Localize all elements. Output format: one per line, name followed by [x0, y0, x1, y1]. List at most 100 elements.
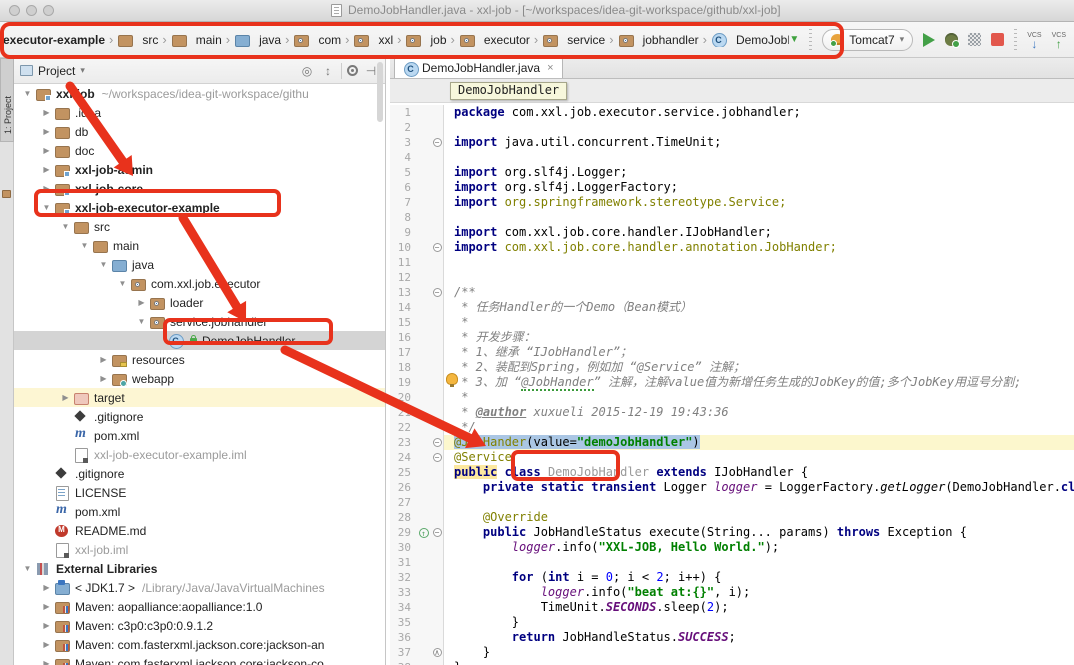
- collapse-arrow-icon[interactable]: ▼: [115, 279, 130, 288]
- project-tool-window-tab[interactable]: 1: Project: [0, 58, 14, 142]
- fold-marker-icon[interactable]: −: [431, 525, 444, 540]
- navbar-dropdown-icon[interactable]: ▼: [789, 35, 799, 45]
- run-button[interactable]: [923, 33, 935, 47]
- expand-arrow-icon[interactable]: ▶: [39, 583, 54, 592]
- breadcrumb-item-java[interactable]: java: [234, 33, 281, 47]
- close-tab-icon[interactable]: ×: [547, 62, 553, 74]
- tree-item-xxl-job-core[interactable]: ▶xxl-job-core: [14, 179, 385, 198]
- breadcrumb-item-com[interactable]: com: [293, 33, 341, 47]
- locate-file-icon[interactable]: ◎: [299, 64, 315, 78]
- breadcrumb-item-src[interactable]: src: [117, 33, 158, 47]
- override-marker-icon[interactable]: ↑: [416, 525, 431, 540]
- collapse-arrow-icon[interactable]: ▼: [58, 222, 73, 231]
- tree-item-gitignore[interactable]: .gitignore: [14, 407, 385, 426]
- tree-item-doc[interactable]: ▶doc: [14, 141, 385, 160]
- gutter: [416, 240, 431, 255]
- chevron-down-icon[interactable]: ▾: [80, 65, 85, 76]
- collapse-arrow-icon[interactable]: ▼: [39, 203, 54, 212]
- minimize-window-icon[interactable]: [26, 5, 37, 16]
- tree-item-maven-c3p0-c3p0-0-9-1-2[interactable]: ▶Maven: c3p0:c3p0:0.9.1.2: [14, 616, 385, 635]
- fold-marker-icon[interactable]: −: [431, 135, 444, 150]
- tree-item-webapp[interactable]: ▶webapp: [14, 369, 385, 388]
- zoom-window-icon[interactable]: [43, 5, 54, 16]
- debug-button[interactable]: [945, 33, 958, 46]
- tree-item-pom-xml[interactable]: pom.xml: [14, 502, 385, 521]
- expand-arrow-icon[interactable]: ▶: [39, 108, 54, 117]
- expand-arrow-icon[interactable]: ▶: [39, 127, 54, 136]
- breadcrumb-item-job[interactable]: job: [405, 33, 446, 47]
- collapse-arrow-icon[interactable]: ▼: [20, 89, 35, 98]
- expand-arrow-icon[interactable]: ▶: [134, 298, 149, 307]
- breadcrumb-item-executor[interactable]: executor: [459, 33, 530, 47]
- tree-item-target[interactable]: ▶target: [14, 388, 385, 407]
- fold-marker-icon[interactable]: ∧: [431, 645, 444, 660]
- expand-arrow-icon[interactable]: ▶: [39, 640, 54, 649]
- breadcrumb-item-demojobhandler[interactable]: DemoJobHandler: [711, 33, 789, 47]
- expand-arrow-icon[interactable]: ▶: [39, 659, 54, 665]
- tree-item-jdk1-7[interactable]: ▶< JDK1.7 >/Library/Java/JavaVirtualMach…: [14, 578, 385, 597]
- vcs-commit-button[interactable]: VCS ↑: [1052, 32, 1066, 48]
- breadcrumb-item-service[interactable]: service: [542, 33, 605, 47]
- tree-item-readme-md[interactable]: README.md: [14, 521, 385, 540]
- expand-arrow-icon[interactable]: ▶: [39, 165, 54, 174]
- tree-item-xxl-job[interactable]: ▼xxl-job~/workspaces/idea-git-workspace/…: [14, 84, 385, 103]
- tree-item-db[interactable]: ▶db: [14, 122, 385, 141]
- fold-marker-icon[interactable]: −: [431, 450, 444, 465]
- breadcrumb-item-jobhandler[interactable]: jobhandler: [618, 33, 699, 47]
- tree-item-label: xxl-job.iml: [75, 543, 128, 557]
- tree-item-xxl-job-admin[interactable]: ▶xxl-job-admin: [14, 160, 385, 179]
- collapse-arrow-icon[interactable]: ▼: [77, 241, 92, 250]
- tree-item-pom-xml[interactable]: pom.xml: [14, 426, 385, 445]
- tree-item-java[interactable]: ▼java: [14, 255, 385, 274]
- tree-item-label: pom.xml: [75, 505, 120, 519]
- intention-bulb-icon[interactable]: [446, 373, 458, 385]
- tree-item-com-xxl-job-executor[interactable]: ▼com.xxl.job.executor: [14, 274, 385, 293]
- breadcrumb-item-main[interactable]: main: [171, 33, 222, 47]
- fold-marker-icon[interactable]: −: [431, 240, 444, 255]
- collapse-all-icon[interactable]: ↕: [320, 64, 336, 78]
- fold-marker-icon[interactable]: −: [431, 285, 444, 300]
- tree-item-main[interactable]: ▼main: [14, 236, 385, 255]
- tree-item-xxl-job-executor-example-iml[interactable]: xxl-job-executor-example.iml: [14, 445, 385, 464]
- tree-item-maven-aopalliance-aopalliance-1-0[interactable]: ▶Maven: aopalliance:aopalliance:1.0: [14, 597, 385, 616]
- line-number: 3: [390, 135, 416, 150]
- coverage-button[interactable]: [968, 33, 981, 46]
- tree-item-xxl-job-iml[interactable]: xxl-job.iml: [14, 540, 385, 559]
- collapse-arrow-icon[interactable]: ▼: [134, 317, 149, 326]
- code-area[interactable]: 1package com.xxl.job.executor.service.jo…: [390, 103, 1074, 665]
- close-window-icon[interactable]: [9, 5, 20, 16]
- tree-item-maven-com-fasterxml-jackson-core-jackson-an[interactable]: ▶Maven: com.fasterxml.jackson.core:jacks…: [14, 635, 385, 654]
- tree-item-xxl-job-executor-example[interactable]: ▼xxl-job-executor-example: [14, 198, 385, 217]
- vcs-update-button[interactable]: VCS ↓: [1027, 32, 1041, 48]
- tree-item-loader[interactable]: ▶loader: [14, 293, 385, 312]
- run-configuration-select[interactable]: Tomcat7 ▾: [822, 29, 913, 51]
- tree-item-service-jobhandler[interactable]: ▼service.jobhandler: [14, 312, 385, 331]
- stop-button[interactable]: [991, 33, 1004, 46]
- tree-item-gitignore[interactable]: .gitignore: [14, 464, 385, 483]
- expand-arrow-icon[interactable]: ▶: [39, 602, 54, 611]
- expand-arrow-icon[interactable]: ▶: [58, 393, 73, 402]
- expand-arrow-icon[interactable]: ▶: [96, 355, 111, 364]
- tree-item-idea[interactable]: ▶.idea: [14, 103, 385, 122]
- tree-scrollbar[interactable]: [377, 62, 383, 122]
- tree-item-src[interactable]: ▼src: [14, 217, 385, 236]
- expand-arrow-icon[interactable]: ▶: [39, 146, 54, 155]
- folder-icon: [293, 33, 309, 47]
- breadcrumb-item-xxl[interactable]: xxl: [353, 33, 393, 47]
- tree-item-license[interactable]: LICENSE: [14, 483, 385, 502]
- gutter: [416, 555, 431, 570]
- gear-icon[interactable]: [347, 65, 358, 76]
- editor-tab[interactable]: DemoJobHandler.java ×: [394, 58, 563, 78]
- expand-arrow-icon[interactable]: ▶: [96, 374, 111, 383]
- project-panel-header: Project ▾ ◎ ↕ ⊣: [14, 58, 385, 84]
- tree-item-demojobhandler[interactable]: DemoJobHandler: [14, 331, 385, 350]
- breadcrumb-item-executor-example[interactable]: executor-example: [3, 33, 105, 47]
- collapse-arrow-icon[interactable]: ▼: [20, 564, 35, 573]
- tree-item-external-libraries[interactable]: ▼External Libraries: [14, 559, 385, 578]
- tree-item-maven-com-fasterxml-jackson-core-jackson-co[interactable]: ▶Maven: com.fasterxml.jackson.core:jacks…: [14, 654, 385, 665]
- expand-arrow-icon[interactable]: ▶: [39, 621, 54, 630]
- collapse-arrow-icon[interactable]: ▼: [96, 260, 111, 269]
- expand-arrow-icon[interactable]: ▶: [39, 184, 54, 193]
- tree-item-resources[interactable]: ▶resources: [14, 350, 385, 369]
- fold-marker-icon[interactable]: −: [431, 435, 444, 450]
